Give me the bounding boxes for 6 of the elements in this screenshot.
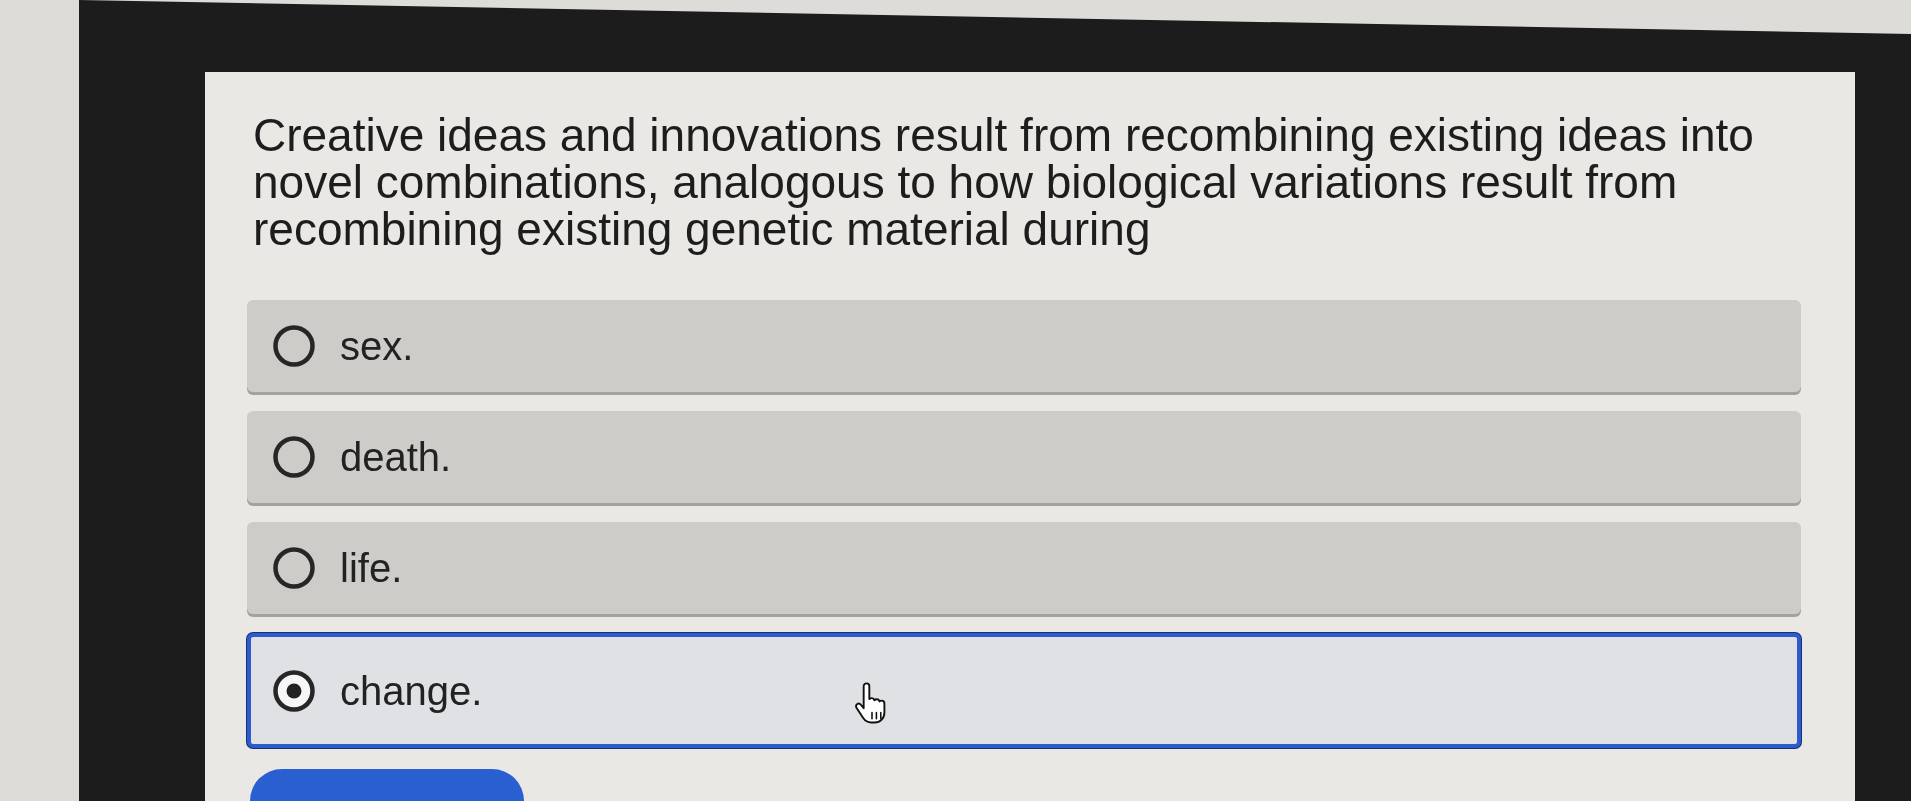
answer-option[interactable]: death.: [247, 411, 1801, 503]
answer-option[interactable]: sex.: [247, 300, 1801, 392]
answer-option[interactable]: life.: [247, 522, 1801, 614]
answer-option[interactable]: change.: [247, 633, 1801, 748]
submit-button[interactable]: [250, 769, 524, 801]
question-text: Creative ideas and innovations result from recombining existing ideas into novel combinations, analogous to how biological variations result from recombining existing genetic material during: [253, 112, 1755, 253]
